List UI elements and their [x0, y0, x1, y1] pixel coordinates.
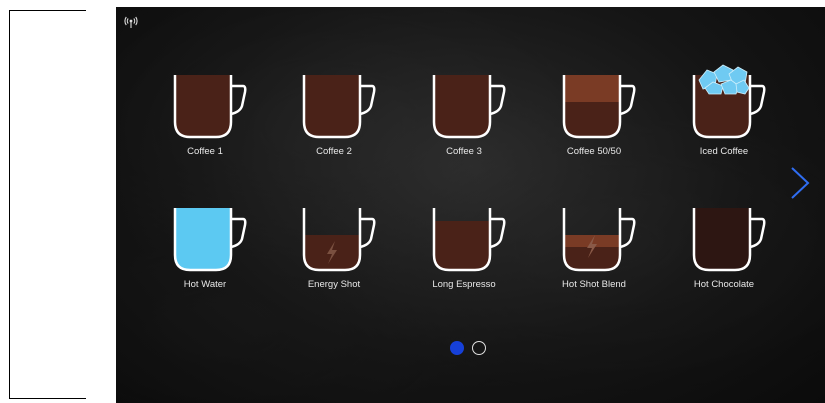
drink-tile-hot-shot-blend[interactable]: Hot Shot Blend: [544, 205, 644, 290]
left-panel-frame: [9, 10, 86, 399]
drink-selection-screen: Coffee 1 Coffee 2 Coffee 3 Coffee 50/50: [116, 7, 825, 403]
cup-icon: [432, 75, 506, 139]
cup-icon: [692, 208, 766, 272]
cup-icon: [562, 75, 636, 139]
drink-tile-hot-water[interactable]: Hot Water: [155, 205, 255, 290]
page-dot-2[interactable]: [472, 341, 486, 355]
cup-icon: [302, 75, 376, 139]
cup-icon: [173, 208, 247, 272]
drink-label: Energy Shot: [307, 279, 361, 290]
drink-tile-energy-shot[interactable]: Energy Shot: [284, 205, 384, 290]
cup-icon: [173, 75, 247, 139]
cup-icon: [692, 64, 766, 139]
drink-tile-long-espresso[interactable]: Long Espresso: [414, 205, 514, 290]
drink-tile-iced-coffee[interactable]: Iced Coffee: [674, 62, 774, 157]
drink-tile-coffee-1[interactable]: Coffee 1: [155, 72, 255, 157]
drink-label: Coffee 3: [446, 146, 482, 157]
cup-icon: [302, 208, 376, 272]
drink-tile-coffee-50-50[interactable]: Coffee 50/50: [544, 72, 644, 157]
drink-label: Iced Coffee: [699, 146, 749, 157]
drink-tile-coffee-3[interactable]: Coffee 3: [414, 72, 514, 157]
drink-label: Hot Shot Blend: [562, 279, 626, 290]
page-indicator: [450, 341, 486, 355]
drink-label: Coffee 1: [187, 146, 223, 157]
drink-label: Coffee 50/50: [566, 146, 622, 157]
drink-tile-coffee-2[interactable]: Coffee 2: [284, 72, 384, 157]
drink-label: Hot Chocolate: [693, 279, 755, 290]
drink-label: Coffee 2: [316, 146, 352, 157]
drink-tile-hot-chocolate[interactable]: Hot Chocolate: [674, 205, 774, 290]
chevron-right-icon[interactable]: [788, 165, 812, 201]
drink-label: Long Espresso: [432, 279, 496, 290]
ice-cubes-icon: [698, 64, 750, 95]
cup-icon: [432, 208, 506, 272]
cup-icon: [562, 208, 636, 272]
drink-label: Hot Water: [183, 279, 227, 290]
wifi-icon: [124, 16, 138, 28]
page-dot-1[interactable]: [450, 341, 464, 355]
